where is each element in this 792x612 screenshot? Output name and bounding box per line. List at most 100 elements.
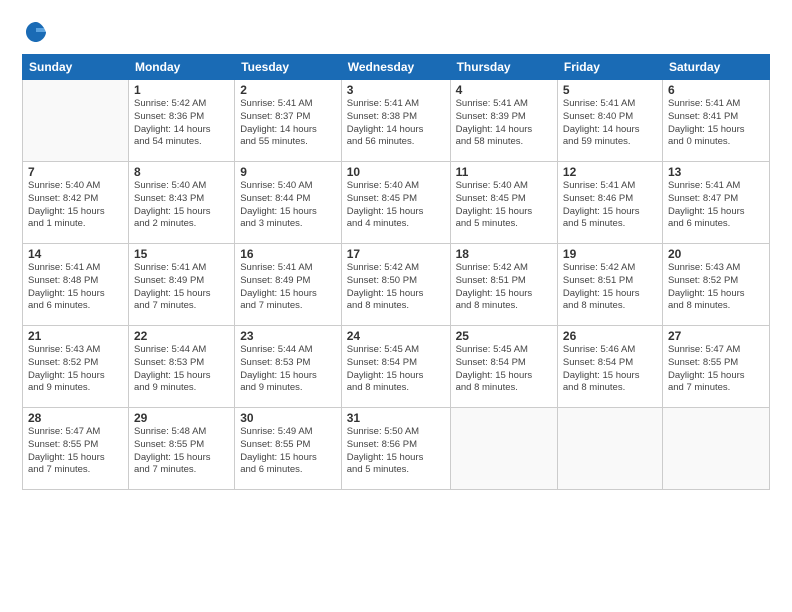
calendar-cell: 14Sunrise: 5:41 AM Sunset: 8:48 PM Dayli…: [23, 244, 129, 326]
calendar-cell: 25Sunrise: 5:45 AM Sunset: 8:54 PM Dayli…: [450, 326, 557, 408]
day-info: Sunrise: 5:40 AM Sunset: 8:42 PM Dayligh…: [28, 180, 123, 231]
calendar-week-row: 28Sunrise: 5:47 AM Sunset: 8:55 PM Dayli…: [23, 408, 770, 490]
day-header-sunday: Sunday: [23, 55, 129, 80]
calendar-cell: 17Sunrise: 5:42 AM Sunset: 8:50 PM Dayli…: [341, 244, 450, 326]
calendar-week-row: 21Sunrise: 5:43 AM Sunset: 8:52 PM Dayli…: [23, 326, 770, 408]
day-info: Sunrise: 5:41 AM Sunset: 8:46 PM Dayligh…: [563, 180, 657, 231]
day-number: 21: [28, 329, 123, 343]
day-number: 18: [456, 247, 552, 261]
calendar-cell: 30Sunrise: 5:49 AM Sunset: 8:55 PM Dayli…: [235, 408, 342, 490]
day-info: Sunrise: 5:50 AM Sunset: 8:56 PM Dayligh…: [347, 426, 445, 477]
calendar-cell: 2Sunrise: 5:41 AM Sunset: 8:37 PM Daylig…: [235, 80, 342, 162]
day-info: Sunrise: 5:41 AM Sunset: 8:40 PM Dayligh…: [563, 98, 657, 149]
calendar-week-row: 1Sunrise: 5:42 AM Sunset: 8:36 PM Daylig…: [23, 80, 770, 162]
calendar-cell: 15Sunrise: 5:41 AM Sunset: 8:49 PM Dayli…: [128, 244, 234, 326]
calendar-cell: [23, 80, 129, 162]
day-info: Sunrise: 5:40 AM Sunset: 8:43 PM Dayligh…: [134, 180, 229, 231]
calendar-cell: 13Sunrise: 5:41 AM Sunset: 8:47 PM Dayli…: [662, 162, 769, 244]
day-info: Sunrise: 5:40 AM Sunset: 8:44 PM Dayligh…: [240, 180, 336, 231]
day-info: Sunrise: 5:41 AM Sunset: 8:41 PM Dayligh…: [668, 98, 764, 149]
day-number: 23: [240, 329, 336, 343]
calendar-cell: 7Sunrise: 5:40 AM Sunset: 8:42 PM Daylig…: [23, 162, 129, 244]
day-info: Sunrise: 5:44 AM Sunset: 8:53 PM Dayligh…: [240, 344, 336, 395]
calendar-cell: 11Sunrise: 5:40 AM Sunset: 8:45 PM Dayli…: [450, 162, 557, 244]
calendar-cell: 4Sunrise: 5:41 AM Sunset: 8:39 PM Daylig…: [450, 80, 557, 162]
day-info: Sunrise: 5:43 AM Sunset: 8:52 PM Dayligh…: [28, 344, 123, 395]
calendar-header-row: SundayMondayTuesdayWednesdayThursdayFrid…: [23, 55, 770, 80]
calendar-cell: 21Sunrise: 5:43 AM Sunset: 8:52 PM Dayli…: [23, 326, 129, 408]
calendar-cell: 24Sunrise: 5:45 AM Sunset: 8:54 PM Dayli…: [341, 326, 450, 408]
day-number: 30: [240, 411, 336, 425]
day-number: 3: [347, 83, 445, 97]
day-info: Sunrise: 5:41 AM Sunset: 8:48 PM Dayligh…: [28, 262, 123, 313]
calendar-cell: 6Sunrise: 5:41 AM Sunset: 8:41 PM Daylig…: [662, 80, 769, 162]
calendar-cell: 1Sunrise: 5:42 AM Sunset: 8:36 PM Daylig…: [128, 80, 234, 162]
day-info: Sunrise: 5:42 AM Sunset: 8:51 PM Dayligh…: [456, 262, 552, 313]
day-info: Sunrise: 5:41 AM Sunset: 8:49 PM Dayligh…: [134, 262, 229, 313]
day-number: 25: [456, 329, 552, 343]
day-number: 6: [668, 83, 764, 97]
day-info: Sunrise: 5:40 AM Sunset: 8:45 PM Dayligh…: [456, 180, 552, 231]
day-info: Sunrise: 5:47 AM Sunset: 8:55 PM Dayligh…: [668, 344, 764, 395]
day-info: Sunrise: 5:42 AM Sunset: 8:36 PM Dayligh…: [134, 98, 229, 149]
calendar-cell: 10Sunrise: 5:40 AM Sunset: 8:45 PM Dayli…: [341, 162, 450, 244]
calendar-table: SundayMondayTuesdayWednesdayThursdayFrid…: [22, 54, 770, 490]
day-info: Sunrise: 5:41 AM Sunset: 8:49 PM Dayligh…: [240, 262, 336, 313]
day-info: Sunrise: 5:41 AM Sunset: 8:38 PM Dayligh…: [347, 98, 445, 149]
calendar-cell: 5Sunrise: 5:41 AM Sunset: 8:40 PM Daylig…: [557, 80, 662, 162]
day-info: Sunrise: 5:44 AM Sunset: 8:53 PM Dayligh…: [134, 344, 229, 395]
day-number: 19: [563, 247, 657, 261]
calendar-cell: 3Sunrise: 5:41 AM Sunset: 8:38 PM Daylig…: [341, 80, 450, 162]
day-info: Sunrise: 5:41 AM Sunset: 8:37 PM Dayligh…: [240, 98, 336, 149]
calendar-week-row: 14Sunrise: 5:41 AM Sunset: 8:48 PM Dayli…: [23, 244, 770, 326]
calendar-cell: 26Sunrise: 5:46 AM Sunset: 8:54 PM Dayli…: [557, 326, 662, 408]
day-number: 9: [240, 165, 336, 179]
day-header-friday: Friday: [557, 55, 662, 80]
calendar-cell: [662, 408, 769, 490]
calendar-cell: 31Sunrise: 5:50 AM Sunset: 8:56 PM Dayli…: [341, 408, 450, 490]
day-number: 4: [456, 83, 552, 97]
day-header-saturday: Saturday: [662, 55, 769, 80]
day-number: 16: [240, 247, 336, 261]
calendar-cell: 19Sunrise: 5:42 AM Sunset: 8:51 PM Dayli…: [557, 244, 662, 326]
day-number: 28: [28, 411, 123, 425]
day-number: 31: [347, 411, 445, 425]
day-number: 24: [347, 329, 445, 343]
calendar-cell: 16Sunrise: 5:41 AM Sunset: 8:49 PM Dayli…: [235, 244, 342, 326]
day-info: Sunrise: 5:47 AM Sunset: 8:55 PM Dayligh…: [28, 426, 123, 477]
day-number: 2: [240, 83, 336, 97]
day-info: Sunrise: 5:43 AM Sunset: 8:52 PM Dayligh…: [668, 262, 764, 313]
day-header-tuesday: Tuesday: [235, 55, 342, 80]
calendar-cell: 27Sunrise: 5:47 AM Sunset: 8:55 PM Dayli…: [662, 326, 769, 408]
day-number: 15: [134, 247, 229, 261]
day-info: Sunrise: 5:49 AM Sunset: 8:55 PM Dayligh…: [240, 426, 336, 477]
day-info: Sunrise: 5:48 AM Sunset: 8:55 PM Dayligh…: [134, 426, 229, 477]
calendar-cell: 8Sunrise: 5:40 AM Sunset: 8:43 PM Daylig…: [128, 162, 234, 244]
day-header-monday: Monday: [128, 55, 234, 80]
logo: [22, 18, 52, 46]
calendar-cell: 28Sunrise: 5:47 AM Sunset: 8:55 PM Dayli…: [23, 408, 129, 490]
day-header-wednesday: Wednesday: [341, 55, 450, 80]
day-info: Sunrise: 5:41 AM Sunset: 8:39 PM Dayligh…: [456, 98, 552, 149]
page: SundayMondayTuesdayWednesdayThursdayFrid…: [0, 0, 792, 612]
day-number: 14: [28, 247, 123, 261]
day-info: Sunrise: 5:42 AM Sunset: 8:50 PM Dayligh…: [347, 262, 445, 313]
day-number: 29: [134, 411, 229, 425]
day-number: 10: [347, 165, 445, 179]
calendar-cell: 9Sunrise: 5:40 AM Sunset: 8:44 PM Daylig…: [235, 162, 342, 244]
day-number: 17: [347, 247, 445, 261]
calendar-cell: 23Sunrise: 5:44 AM Sunset: 8:53 PM Dayli…: [235, 326, 342, 408]
calendar-cell: 12Sunrise: 5:41 AM Sunset: 8:46 PM Dayli…: [557, 162, 662, 244]
calendar-cell: 20Sunrise: 5:43 AM Sunset: 8:52 PM Dayli…: [662, 244, 769, 326]
logo-icon: [22, 18, 50, 46]
day-info: Sunrise: 5:41 AM Sunset: 8:47 PM Dayligh…: [668, 180, 764, 231]
day-number: 22: [134, 329, 229, 343]
day-number: 1: [134, 83, 229, 97]
day-info: Sunrise: 5:46 AM Sunset: 8:54 PM Dayligh…: [563, 344, 657, 395]
day-info: Sunrise: 5:42 AM Sunset: 8:51 PM Dayligh…: [563, 262, 657, 313]
calendar-cell: 29Sunrise: 5:48 AM Sunset: 8:55 PM Dayli…: [128, 408, 234, 490]
day-header-thursday: Thursday: [450, 55, 557, 80]
calendar-cell: [450, 408, 557, 490]
day-number: 8: [134, 165, 229, 179]
calendar-week-row: 7Sunrise: 5:40 AM Sunset: 8:42 PM Daylig…: [23, 162, 770, 244]
